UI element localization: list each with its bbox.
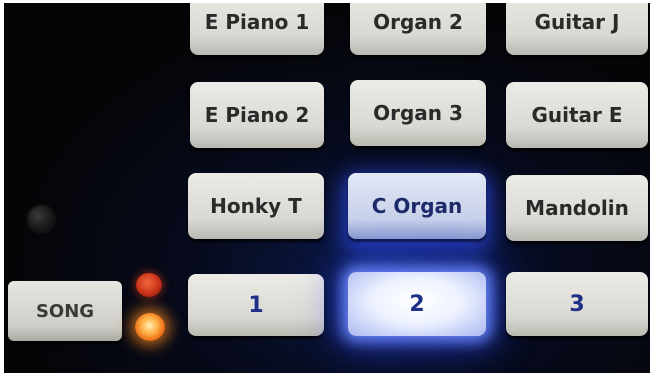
tone-button-organ-3[interactable]: Organ 3 [350,80,486,146]
upper-indicator-led [136,273,162,297]
tone-button-organ-2[interactable]: Organ 2 [350,3,486,55]
number-button-label: 1 [248,292,264,318]
number-button-1[interactable]: 1 [188,274,324,336]
tone-button-mandolin[interactable]: Mandolin [506,175,648,241]
tone-button-c-organ[interactable]: C Organ [348,173,486,239]
number-button-label: 2 [409,291,425,317]
tone-button-e-piano-1[interactable]: E Piano 1 [190,3,324,55]
tone-button-label: Organ 2 [373,10,463,34]
tone-button-label: C Organ [371,194,463,218]
tone-button-label: Mandolin [525,196,629,220]
tone-button-label: Guitar J [534,10,620,34]
number-button-label: 3 [569,291,585,317]
jack-socket [28,206,54,232]
tone-button-label: E Piano 2 [204,103,310,127]
number-button-2[interactable]: 2 [348,272,486,336]
tone-button-label: Honky T [210,194,302,218]
number-button-3[interactable]: 3 [506,272,648,336]
tone-button-label: Guitar E [531,103,623,127]
song-button[interactable]: SONG [8,281,122,341]
keyboard-photo: E Piano 1 Organ 2 Guitar J E Piano 2 Org… [0,0,654,379]
tone-button-guitar-e[interactable]: Guitar E [506,82,648,148]
control-panel: E Piano 1 Organ 2 Guitar J E Piano 2 Org… [4,3,650,373]
tone-button-e-piano-2[interactable]: E Piano 2 [190,82,324,148]
lower-indicator-led [135,313,165,341]
song-button-label: SONG [35,300,95,322]
tone-button-honky-t[interactable]: Honky T [188,173,324,239]
tone-button-label: Organ 3 [373,101,463,125]
tone-button-guitar-j[interactable]: Guitar J [506,3,648,55]
tone-button-label: E Piano 1 [204,10,310,34]
